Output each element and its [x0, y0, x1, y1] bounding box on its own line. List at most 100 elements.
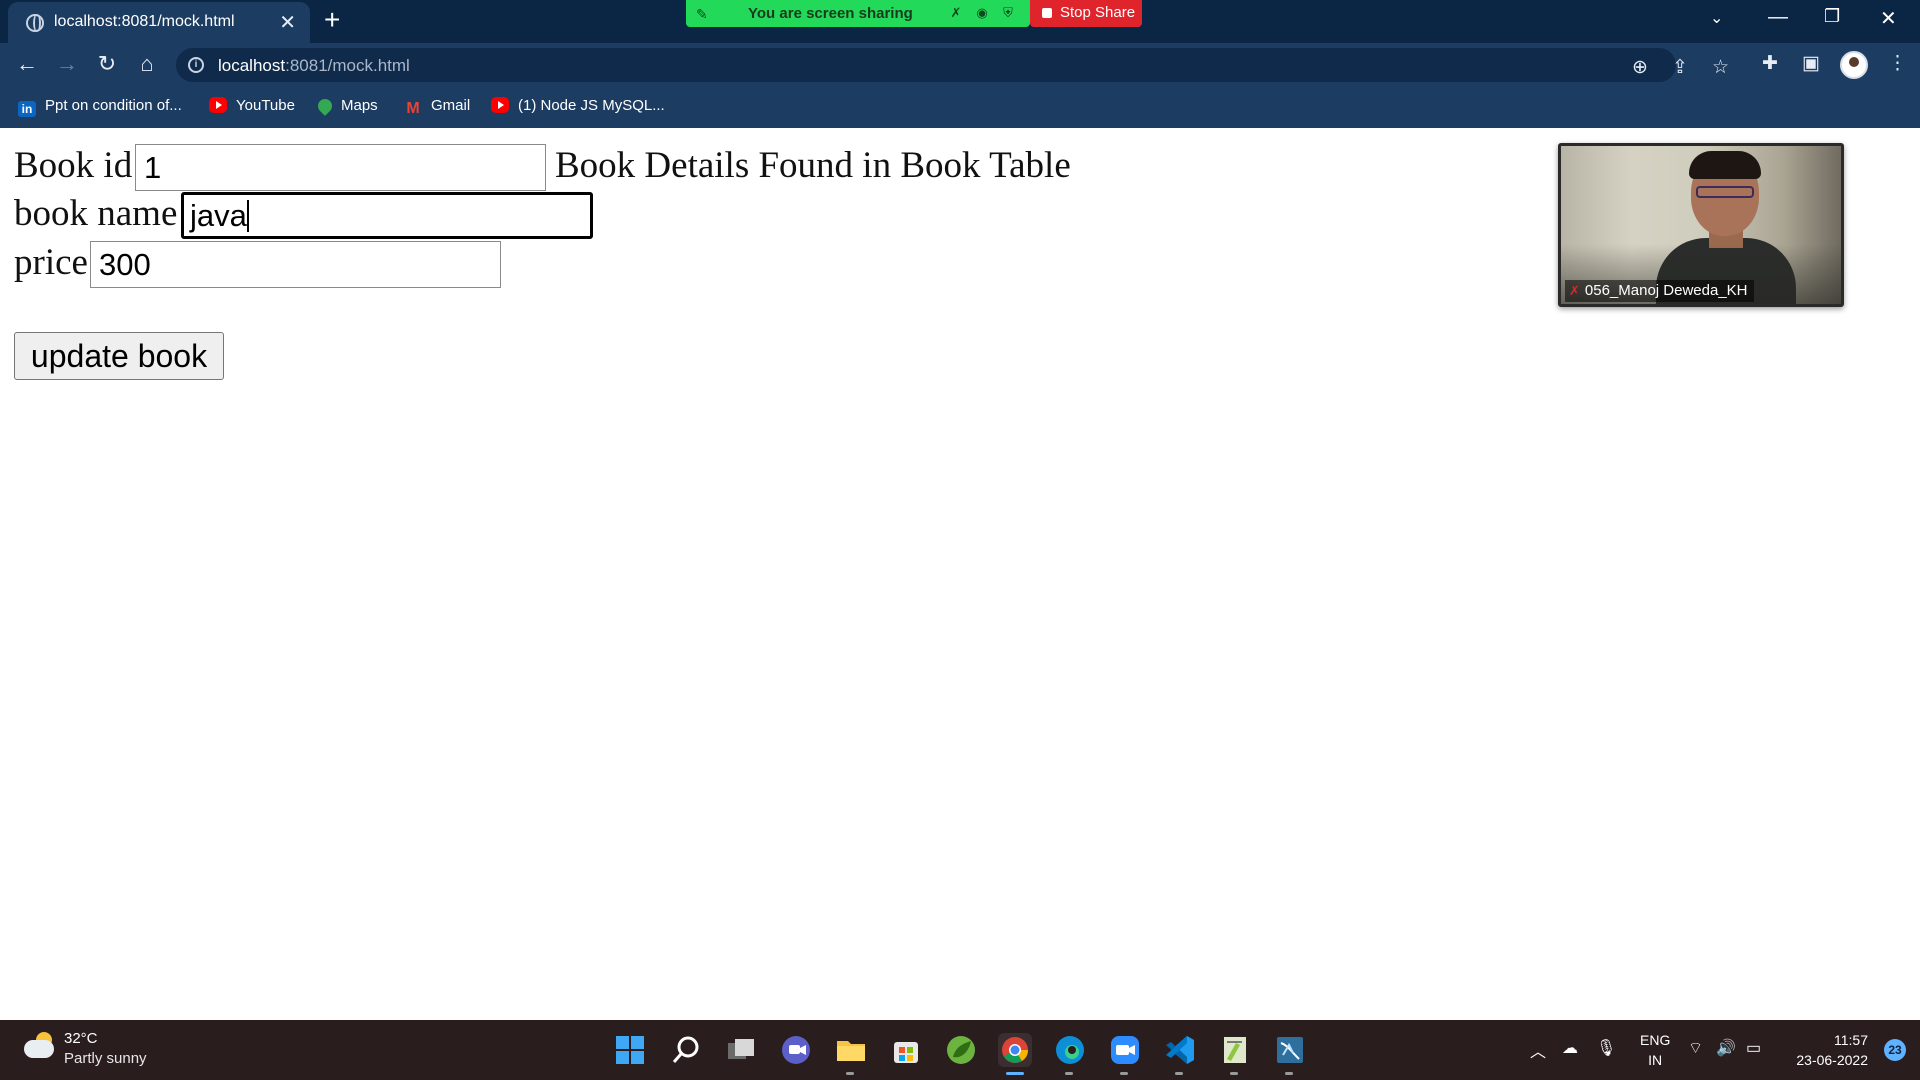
- region-code: IN: [1648, 1052, 1663, 1068]
- volume-icon[interactable]: 🔊: [1716, 1038, 1736, 1058]
- globe-icon: [26, 14, 44, 32]
- share-status-text: You are screen sharing: [748, 5, 913, 22]
- participant-name: 056_Manoj Deweda_KH: [1584, 282, 1748, 299]
- wifi-icon[interactable]: ⌔: [1688, 1038, 1703, 1058]
- zoom-leaf-icon: ✎: [696, 6, 708, 22]
- record-icon[interactable]: ◉: [974, 5, 990, 21]
- windows-taskbar: 32°C Partly sunny ︿ ☁ 🎙 ENG IN ⌔ 🔊 ▭ 11:…: [0, 1020, 1920, 1080]
- stop-share-label: Stop Share: [1060, 4, 1136, 21]
- text-caret: [246, 200, 249, 232]
- close-tab-icon[interactable]: ✕: [279, 10, 296, 35]
- bookmark-star-icon[interactable]: ☆: [1712, 56, 1729, 79]
- start-icon[interactable]: [613, 1033, 647, 1067]
- weather-condition: Partly sunny: [64, 1050, 147, 1067]
- extensions-icon[interactable]: ✚: [1762, 52, 1778, 75]
- tab-search-icon[interactable]: ⌄: [1710, 8, 1723, 28]
- bookmark-label: Maps: [341, 97, 378, 114]
- stop-icon: [1042, 8, 1052, 18]
- share-icon[interactable]: ⇪: [1672, 56, 1688, 79]
- participant-hair: [1689, 151, 1761, 179]
- active-indicator: [1006, 1072, 1024, 1075]
- search-icon[interactable]: [669, 1033, 703, 1067]
- bookmark-item[interactable]: in Ppt on condition of...: [18, 97, 182, 117]
- mic-muted-icon: ✗: [1569, 283, 1580, 298]
- temperature: 32°C: [64, 1030, 98, 1047]
- linkedin-icon: in: [18, 101, 36, 117]
- language-code: ENG: [1640, 1032, 1671, 1048]
- system-clock[interactable]: 11:57 23-06-2022: [1796, 1030, 1868, 1070]
- address-bar[interactable]: i localhost:8081/mock.html ⊕ ⇪ ☆: [176, 48, 1729, 82]
- zoom-icon[interactable]: ⊕: [1632, 56, 1648, 79]
- bookmark-item[interactable]: YouTube: [209, 97, 295, 114]
- microsoft-store-icon[interactable]: [889, 1033, 923, 1067]
- restore-button[interactable]: ❐: [1824, 6, 1840, 27]
- book-id-input[interactable]: 1: [135, 144, 546, 191]
- book-name-value: java: [190, 198, 247, 233]
- running-indicator: [1175, 1072, 1183, 1075]
- bookmark-label: YouTube: [236, 97, 295, 114]
- bookmark-label: Ppt on condition of...: [45, 97, 182, 114]
- share-status-bar: ✎ You are screen sharing ✗ ◉ ⛨: [686, 0, 1030, 27]
- shield-icon[interactable]: ⛨: [1000, 5, 1016, 21]
- bookmark-label: (1) Node JS MySQL...: [518, 97, 665, 114]
- book-name-input[interactable]: java: [181, 192, 593, 239]
- price-value: 300: [99, 247, 151, 282]
- profile-avatar[interactable]: [1840, 51, 1868, 79]
- participant-name-tag: ✗ 056_Manoj Deweda_KH: [1565, 280, 1754, 302]
- youtube-icon: [209, 97, 227, 113]
- youtube-icon: [491, 97, 509, 113]
- bookmark-item[interactable]: (1) Node JS MySQL...: [491, 97, 665, 114]
- mysql-workbench-icon[interactable]: [1273, 1033, 1307, 1075]
- home-button[interactable]: ⌂: [134, 51, 160, 77]
- mic-muted-icon[interactable]: ✗: [948, 5, 964, 21]
- participant-glasses: [1696, 186, 1754, 198]
- language-indicator[interactable]: ENG IN: [1640, 1030, 1670, 1070]
- screen-share-banner: ✎ You are screen sharing ✗ ◉ ⛨ Stop Shar…: [686, 0, 1142, 27]
- side-panel-icon[interactable]: ▣: [1802, 52, 1820, 75]
- running-indicator: [1120, 1072, 1128, 1075]
- spring-tool-icon[interactable]: [944, 1033, 978, 1067]
- chrome-icon[interactable]: [998, 1033, 1032, 1075]
- teams-chat-icon[interactable]: [779, 1033, 813, 1067]
- participant-video-tile[interactable]: ✗ 056_Manoj Deweda_KH: [1558, 143, 1844, 307]
- edge-icon[interactable]: [1053, 1033, 1087, 1075]
- onedrive-error-icon[interactable]: ☁: [1562, 1038, 1578, 1058]
- bookmark-item[interactable]: M Gmail: [404, 97, 470, 117]
- minimize-button[interactable]: —: [1768, 6, 1788, 29]
- back-button[interactable]: ←: [14, 51, 40, 77]
- bookmark-item[interactable]: Maps: [315, 96, 378, 116]
- url-text[interactable]: localhost:8081/mock.html: [218, 56, 410, 76]
- running-indicator: [1230, 1072, 1238, 1075]
- file-explorer-icon[interactable]: [834, 1033, 868, 1075]
- vscode-icon[interactable]: [1163, 1033, 1197, 1075]
- clock-date: 23-06-2022: [1796, 1052, 1868, 1068]
- update-book-button[interactable]: update book: [14, 332, 224, 380]
- stop-share-button[interactable]: Stop Share: [1030, 0, 1142, 27]
- task-view-icon[interactable]: [724, 1033, 758, 1067]
- cloud-icon: [24, 1040, 54, 1058]
- tab-title: localhost:8081/mock.html: [54, 13, 235, 30]
- maps-icon: [315, 96, 335, 116]
- reload-button[interactable]: ↻: [94, 51, 120, 77]
- microphone-icon[interactable]: 🎙: [1596, 1038, 1616, 1058]
- chevron-up-icon[interactable]: ︿: [1530, 1038, 1546, 1062]
- url-path: :8081/mock.html: [285, 56, 410, 75]
- battery-icon[interactable]: ▭: [1746, 1038, 1761, 1058]
- browser-tab[interactable]: localhost:8081/mock.html ✕: [8, 2, 310, 43]
- running-indicator: [1285, 1072, 1293, 1075]
- new-tab-button[interactable]: +: [324, 4, 340, 36]
- book-id-value: 1: [144, 150, 162, 185]
- tab-strip: localhost:8081/mock.html ✕ + ✎ You are s…: [0, 0, 1920, 43]
- status-message: Book Details Found in Book Table: [555, 145, 1071, 186]
- running-indicator: [1065, 1072, 1073, 1075]
- menu-icon[interactable]: ⋮: [1888, 52, 1907, 75]
- zoom-icon[interactable]: [1108, 1033, 1142, 1075]
- close-window-button[interactable]: ✕: [1880, 6, 1897, 31]
- price-input[interactable]: 300: [90, 241, 501, 288]
- notification-badge[interactable]: 23: [1884, 1039, 1906, 1061]
- site-info-icon[interactable]: i: [188, 57, 204, 73]
- clock-time: 11:57: [1834, 1032, 1868, 1048]
- url-host: localhost: [218, 56, 286, 75]
- notepad-plus-plus-icon[interactable]: [1218, 1033, 1252, 1075]
- forward-button[interactable]: →: [54, 51, 80, 77]
